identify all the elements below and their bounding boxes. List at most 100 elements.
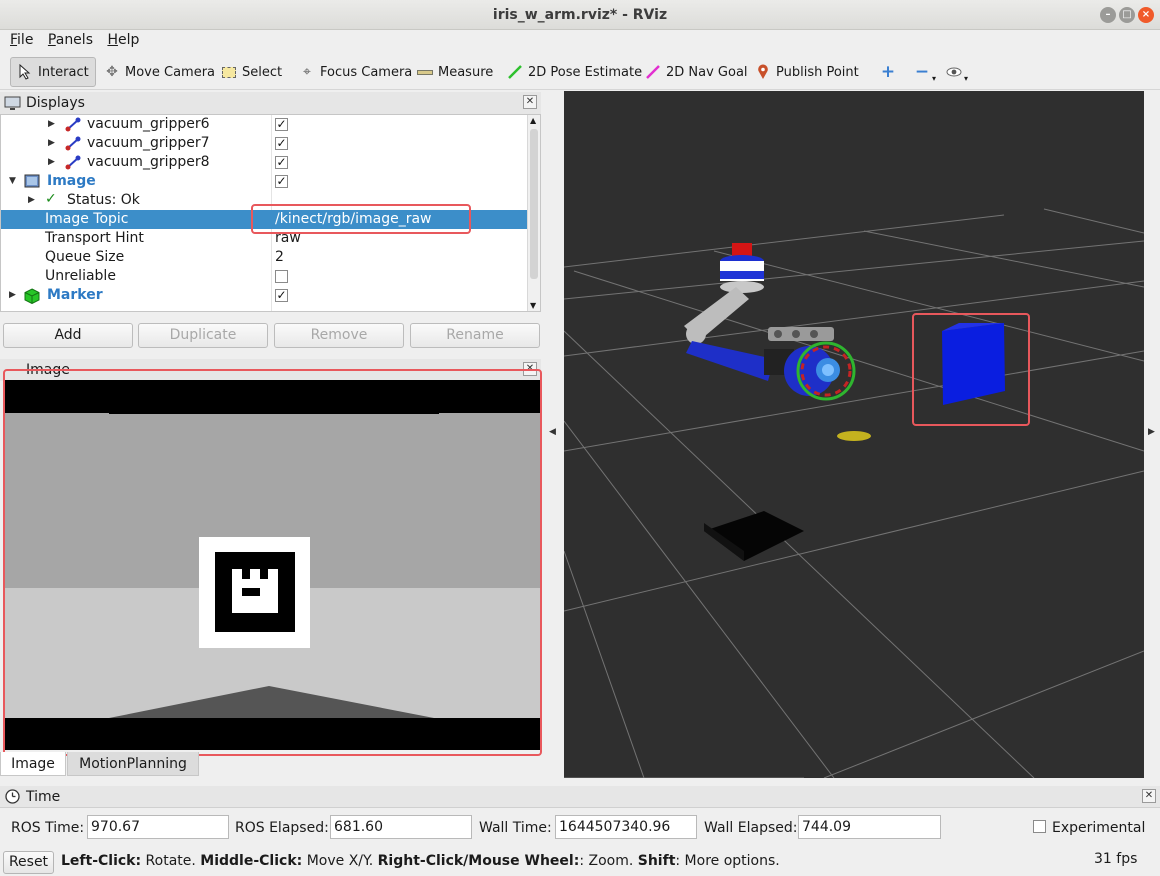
3d-viewport[interactable]	[564, 91, 1144, 778]
maximize-button[interactable]: □	[1119, 7, 1135, 23]
add-tool-button[interactable]: +	[880, 57, 901, 87]
wall-time-label: Wall Time:	[479, 820, 552, 836]
reset-button[interactable]: Reset	[3, 851, 54, 874]
time-panel-title: Time	[26, 788, 61, 805]
duplicate-display-button[interactable]: Duplicate	[138, 323, 268, 348]
clock-icon	[5, 789, 20, 804]
menu-panels[interactable]: Panels	[38, 30, 93, 48]
window-title: iris_w_arm.rviz* - RViz	[492, 7, 668, 23]
select-box-icon	[221, 64, 237, 80]
shift-key: Shift	[637, 853, 676, 869]
move-camera-tool-button[interactable]: ✥ Move Camera	[104, 57, 215, 87]
nav-goal-label: 2D Nav Goal	[666, 64, 748, 80]
tree-scrollbar[interactable]: ▲ ▼	[527, 115, 540, 311]
ros-elapsed-label: ROS Elapsed:	[235, 820, 329, 836]
add-display-button[interactable]: Add	[3, 323, 133, 348]
visibility-checkbox[interactable]: ✓	[275, 289, 288, 302]
experimental-checkbox[interactable]	[1033, 820, 1046, 833]
measure-label: Measure	[438, 64, 494, 80]
cursor-icon	[17, 64, 33, 80]
queue-size-value[interactable]: 2	[275, 248, 284, 267]
chevron-down-icon: ▾	[932, 73, 937, 83]
visibility-checkbox[interactable]: ✓	[275, 137, 288, 150]
minimize-button[interactable]: –	[1100, 7, 1116, 23]
remove-display-button[interactable]: Remove	[274, 323, 404, 348]
toolbar: Interact ✥ Move Camera Select ⌖ Focus Ca…	[0, 54, 1160, 90]
tab-motion-planning[interactable]: MotionPlanning	[67, 752, 199, 776]
status-hint: Left-Click: Rotate. Middle-Click: Move X…	[61, 853, 780, 869]
wall-time-field[interactable]: 1644507340.96	[555, 815, 697, 839]
displays-title: Displays	[26, 95, 85, 111]
tree-row-image[interactable]: ▼ Image ✓	[1, 172, 528, 191]
view-tool-button[interactable]: ▾	[946, 57, 968, 87]
tree-label: Image	[47, 173, 96, 189]
rename-display-button[interactable]: Rename	[410, 323, 540, 348]
tree-label: Queue Size	[45, 249, 125, 265]
title-bar: iris_w_arm.rviz* - RViz – □ ×	[0, 0, 1160, 30]
tab-image[interactable]: Image	[0, 752, 66, 776]
scroll-up-icon[interactable]: ▲	[530, 116, 536, 125]
publish-point-label: Publish Point	[776, 64, 859, 80]
crosshair-icon: ⌖	[303, 64, 311, 80]
tree-label: vacuum_gripper8	[87, 154, 210, 170]
time-panel: Time ✕ ROS Time: 970.67 ROS Elapsed: 681…	[0, 786, 1160, 876]
highlight-image-panel	[3, 369, 542, 756]
measure-tool-button[interactable]: Measure	[417, 57, 493, 87]
pose-estimate-label: 2D Pose Estimate	[528, 64, 643, 80]
tree-label: Unreliable	[45, 268, 116, 284]
left-click-key: Left-Click:	[61, 853, 142, 869]
displays-panel-header: Displays ✕	[0, 92, 541, 114]
remove-tool-button[interactable]: − ▾	[914, 57, 936, 87]
menu-bar: File Panels Help	[0, 30, 1160, 52]
experimental-label: Experimental	[1052, 820, 1146, 836]
tree-row-unreliable[interactable]: Unreliable	[1, 267, 528, 286]
ruler-icon	[417, 64, 433, 80]
tree-label: Image Topic	[45, 211, 129, 227]
tree-row-vacuum-gripper7[interactable]: ▶ vacuum_gripper7 ✓	[1, 134, 528, 153]
tree-row-vacuum-gripper8[interactable]: ▶ vacuum_gripper8 ✓	[1, 153, 528, 172]
expand-arrow-icon[interactable]: ▶	[9, 286, 16, 305]
visibility-checkbox[interactable]: ✓	[275, 175, 288, 188]
focus-camera-tool-button[interactable]: ⌖ Focus Camera	[299, 57, 412, 87]
scrollbar-thumb[interactable]	[530, 129, 538, 279]
scroll-down-icon[interactable]: ▼	[530, 301, 536, 310]
pose-estimate-tool-button[interactable]: 2D Pose Estimate	[507, 57, 642, 87]
green-cube-icon	[24, 288, 40, 310]
expand-arrow-icon[interactable]: ▶	[48, 115, 55, 134]
monitor-icon	[4, 96, 21, 111]
collapse-arrow-icon[interactable]: ▼	[9, 172, 16, 191]
menu-file[interactable]: File	[0, 30, 33, 48]
close-icon[interactable]: ✕	[523, 95, 537, 109]
expand-arrow-icon[interactable]: ▶	[48, 153, 55, 172]
ros-time-field[interactable]: 970.67	[87, 815, 229, 839]
splitter-left-arrow-icon[interactable]: ◀	[549, 427, 556, 437]
right-click-key: Right-Click/Mouse Wheel:	[377, 853, 580, 869]
close-window-button[interactable]: ×	[1138, 7, 1154, 23]
publish-point-tool-button[interactable]: Publish Point	[755, 57, 859, 87]
close-icon[interactable]: ✕	[1142, 789, 1156, 803]
tree-row-marker[interactable]: ▶ Marker ✓	[1, 286, 528, 305]
unreliable-checkbox[interactable]	[275, 270, 288, 283]
expand-arrow-icon[interactable]: ▶	[28, 191, 35, 210]
tree-label: Status: Ok	[67, 192, 140, 208]
highlight-target-box	[912, 313, 1030, 426]
tree-row-vacuum-gripper6[interactable]: ▶ vacuum_gripper6 ✓	[1, 115, 528, 134]
focus-camera-label: Focus Camera	[320, 64, 413, 80]
expand-arrow-icon[interactable]: ▶	[48, 134, 55, 153]
ros-elapsed-field[interactable]: 681.60	[330, 815, 472, 839]
interact-tool-button[interactable]: Interact	[10, 57, 96, 87]
plus-icon: +	[880, 62, 896, 82]
highlight-image-topic	[251, 204, 471, 234]
3d-scene	[564, 91, 1144, 778]
select-tool-button[interactable]: Select	[221, 57, 282, 87]
wall-elapsed-field[interactable]: 744.09	[798, 815, 941, 839]
visibility-checkbox[interactable]: ✓	[275, 156, 288, 169]
splitter-right-arrow-icon[interactable]: ▶	[1148, 427, 1155, 437]
checkmark-icon: ✓	[45, 191, 57, 207]
tree-row-queue-size[interactable]: Queue Size 2	[1, 248, 528, 267]
visibility-checkbox[interactable]: ✓	[275, 118, 288, 131]
left-click-desc: Rotate.	[141, 853, 201, 869]
shift-desc: : More options.	[675, 853, 780, 869]
nav-goal-tool-button[interactable]: 2D Nav Goal	[645, 57, 748, 87]
menu-help[interactable]: Help	[97, 30, 139, 48]
